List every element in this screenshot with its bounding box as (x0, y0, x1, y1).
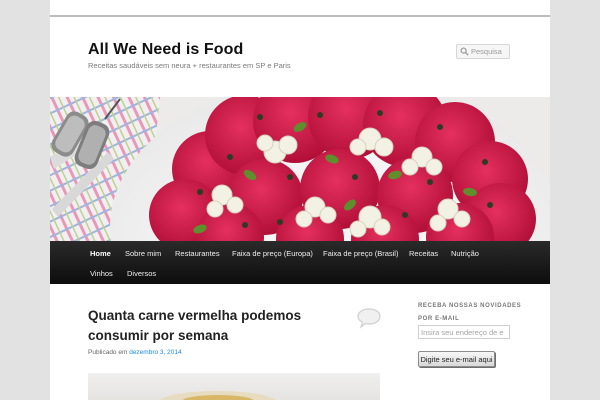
nav-item-diversos[interactable]: Diversos (127, 269, 156, 278)
top-divider (50, 15, 550, 17)
post-featured-image (88, 373, 380, 400)
nav-item-faixa-brasil[interactable]: Faixa de preço (Brasil) (323, 249, 398, 258)
site-description: Receitas saudáveis sem neura + restauran… (88, 61, 291, 70)
newsletter-subscribe-button[interactable]: Digite seu e-mail aqui (418, 351, 495, 367)
nav-item-faixa-europa[interactable]: Faixa de preço (Europa) (232, 249, 313, 258)
nav-item-sobre-mim[interactable]: Sobre mim (125, 249, 161, 258)
nav-item-restaurantes[interactable]: Restaurantes (175, 249, 220, 258)
newsletter-email-input[interactable] (418, 325, 510, 339)
header-image (50, 97, 550, 241)
newsletter-widget-title: Receba nossas novidades por e-mail (418, 303, 522, 322)
main-navigation: Home Sobre mim Restaurantes Faixa de pre… (50, 241, 550, 284)
nav-item-vinhos[interactable]: Vinhos (90, 269, 113, 278)
site-title[interactable]: All We Need is Food (88, 41, 243, 59)
comment-icon[interactable] (356, 307, 382, 329)
post-image-graphic (159, 391, 277, 400)
post-meta-prefix: Publicado em (88, 349, 128, 356)
nav-item-receitas[interactable]: Receitas (409, 249, 438, 258)
post-title[interactable]: Quanta carne vermelha podemos consumir p… (88, 306, 348, 346)
nav-item-home[interactable]: Home (90, 249, 111, 258)
search-icon (460, 47, 469, 56)
nav-item-nutricao[interactable]: Nutrição (451, 249, 479, 258)
search-box[interactable] (456, 44, 510, 59)
search-input[interactable] (471, 45, 509, 58)
post-date-link[interactable]: dezembro 3, 2014 (129, 349, 181, 356)
post-meta: Publicado em dezembro 3, 2014 (88, 349, 182, 356)
